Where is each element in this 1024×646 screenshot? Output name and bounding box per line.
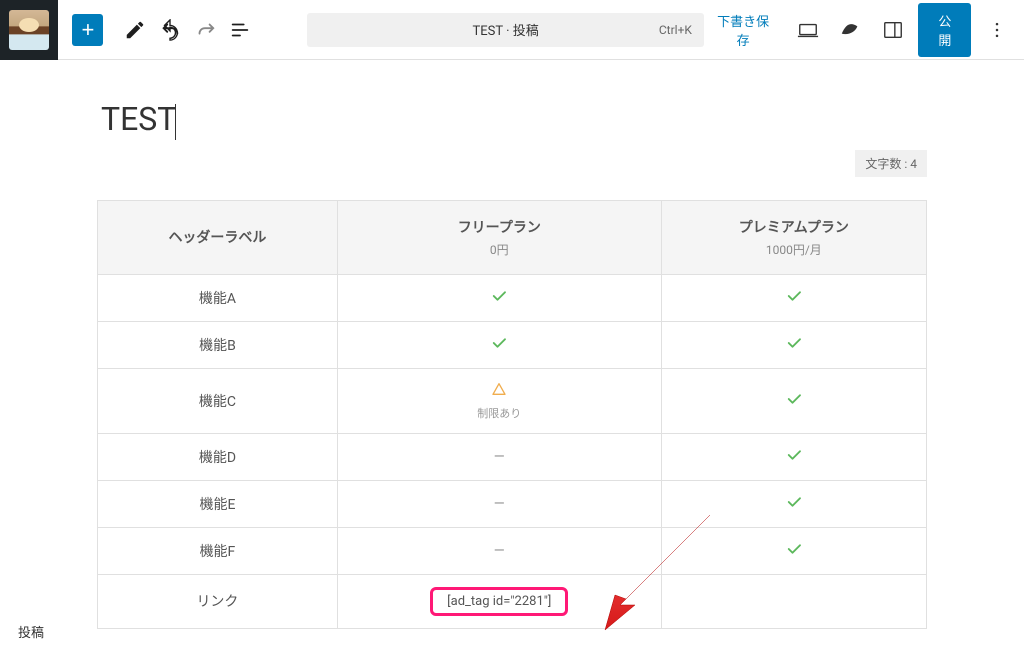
header-label-cell[interactable]: ヘッダーラベル [98,200,338,274]
link-row: リンク [ad_tag id="2281"] [98,574,927,628]
toolbar-right: 下書き保存 公開 [704,3,1024,57]
link-label-cell[interactable]: リンク [98,574,338,628]
list-icon [229,19,251,41]
free-plan-cell[interactable]: ― [337,527,661,574]
editor-body[interactable]: TEST 文字数 : 4 ヘッダーラベル フリープラン 0円 プレミアムプラン … [0,60,1024,646]
free-plan-cell[interactable]: ― [337,480,661,527]
premium-plan-cell[interactable] [661,274,926,321]
jetpack-icon [839,19,861,41]
plan-name: プレミアムプラン [739,220,849,236]
plan-name: フリープラン [458,220,541,236]
publish-button[interactable]: 公開 [918,3,971,57]
plan-price: 0円 [346,241,653,258]
character-count-badge: 文字数 : 4 [855,150,927,177]
redo-button[interactable] [187,12,222,48]
link-premium-cell[interactable] [661,574,926,628]
plan-price: 1000円/月 [670,241,918,258]
more-options-button[interactable] [979,12,1014,48]
post-title[interactable]: TEST [97,100,927,140]
table-row: 機能F ― [98,527,927,574]
feature-label-cell[interactable]: 機能E [98,480,338,527]
feature-label-cell[interactable]: 機能F [98,527,338,574]
table-header-row: ヘッダーラベル フリープラン 0円 プレミアムプラン 1000円/月 [98,200,927,274]
link-free-cell[interactable]: [ad_tag id="2281"] [337,574,661,628]
plan-header-free[interactable]: フリープラン 0円 [337,200,661,274]
plan-header-premium[interactable]: プレミアムプラン 1000円/月 [661,200,926,274]
check-icon [785,287,803,305]
footer-text: 投稿 [18,622,44,641]
document-shortcut: Ctrl+K [659,23,692,37]
jetpack-button[interactable] [833,12,868,48]
premium-plan-cell[interactable] [661,321,926,368]
dash-icon: ― [494,449,505,465]
dash-icon: ― [494,496,505,512]
save-draft-button[interactable]: 下書き保存 [704,11,783,49]
list-view-button[interactable] [222,12,257,48]
table-row: 機能E ― [98,480,927,527]
pricing-table: ヘッダーラベル フリープラン 0円 プレミアムプラン 1000円/月 機能A機能… [97,200,927,629]
table-row: 機能B [98,321,927,368]
premium-plan-cell[interactable] [661,368,926,433]
preview-button[interactable] [790,12,825,48]
free-plan-cell[interactable]: 制限あり [337,368,661,433]
redo-icon [194,19,216,41]
check-icon [785,540,803,558]
table-row: 機能D ― [98,433,927,480]
feature-label-cell[interactable]: 機能A [98,274,338,321]
text-cursor [175,104,176,140]
table-row: 機能A [98,274,927,321]
check-icon [785,446,803,464]
check-icon [785,390,803,408]
editor-content: TEST 文字数 : 4 ヘッダーラベル フリープラン 0円 プレミアムプラン … [97,60,927,646]
premium-plan-cell[interactable] [661,433,926,480]
triangle-icon [491,381,507,397]
avatar-box[interactable] [0,0,58,60]
feature-label-cell[interactable]: 機能C [98,368,338,433]
free-plan-cell[interactable]: ― [337,433,661,480]
pencil-icon [124,19,146,41]
feature-label-cell[interactable]: 機能B [98,321,338,368]
top-toolbar: + TEST · 投稿 Ctrl+K 下書き保存 公開 [0,0,1024,60]
check-icon [785,493,803,511]
document-title-bar[interactable]: TEST · 投稿 Ctrl+K [307,13,704,47]
sidebar-icon [882,19,904,41]
dash-icon: ― [494,543,505,559]
undo-button[interactable] [152,12,187,48]
premium-plan-cell[interactable] [661,527,926,574]
table-row: 機能C 制限あり [98,368,927,433]
edit-tool-button[interactable] [117,12,152,48]
free-plan-cell[interactable] [337,321,661,368]
free-plan-cell[interactable] [337,274,661,321]
document-title: TEST · 投稿 [473,20,539,39]
premium-plan-cell[interactable] [661,480,926,527]
avatar-img [9,10,49,50]
limit-note: 制限あり [346,405,653,421]
shortcode-highlight: [ad_tag id="2281"] [430,587,568,616]
check-icon [490,287,508,305]
post-title-text: TEST [101,100,176,138]
check-icon [785,334,803,352]
add-block-button[interactable]: + [72,14,103,46]
more-vertical-icon [987,20,1007,40]
device-icon [797,19,819,41]
check-icon [490,334,508,352]
settings-panel-button[interactable] [876,12,911,48]
feature-label-cell[interactable]: 機能D [98,433,338,480]
undo-icon [159,19,181,41]
